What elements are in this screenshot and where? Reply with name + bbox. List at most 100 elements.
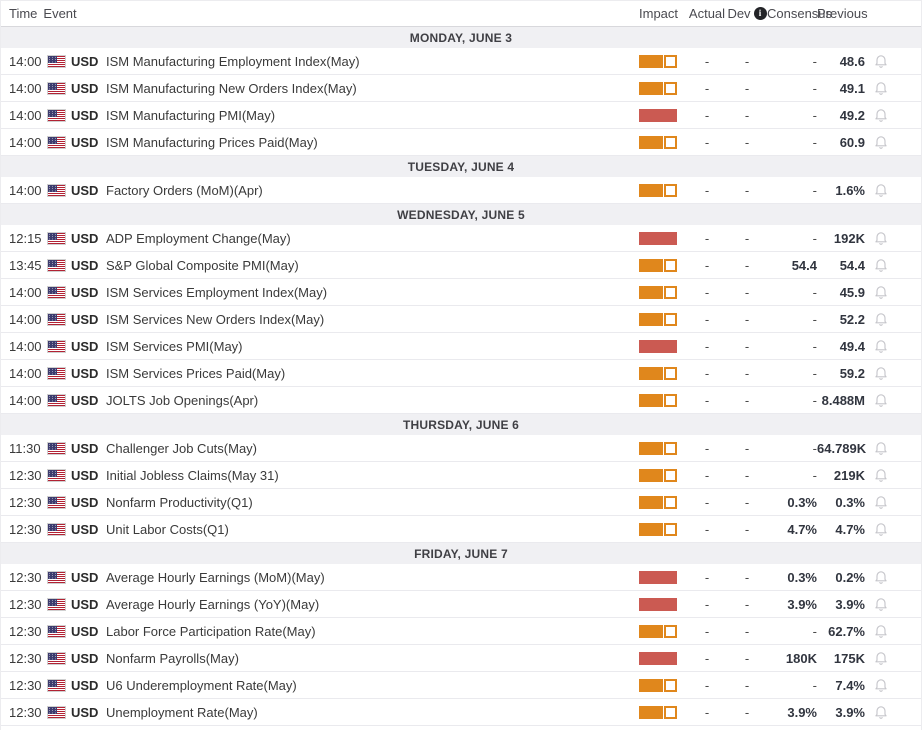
event-row[interactable]: 14:00 USD ISM Services Prices Paid(May) … [1,360,921,387]
event-row[interactable]: 14:00 USD Factory Orders (MoM)(Apr) - - … [1,177,921,204]
dev-value: - [727,81,767,96]
dev-value: - [727,441,767,456]
event-row[interactable]: 12:30 USD U6 Underemployment Rate(May) -… [1,672,921,699]
event-row[interactable]: 12:30 USD Initial Jobless Claims(May 31)… [1,462,921,489]
event-name[interactable]: ISM Manufacturing PMI(May) [105,108,639,123]
event-row[interactable]: 12:30 USD Labor Force Participation Rate… [1,618,921,645]
us-flag-icon [47,313,66,326]
impact-indicator [639,259,687,272]
bell-icon[interactable] [865,596,921,612]
event-name[interactable]: ISM Manufacturing Employment Index(May) [105,54,639,69]
event-name[interactable]: Average Hourly Earnings (MoM)(May) [105,570,639,585]
dev-value: - [727,366,767,381]
event-time: 12:30 [9,468,47,483]
event-row[interactable]: 14:00 USD ISM Manufacturing PMI(May) - -… [1,102,921,129]
event-row[interactable]: 14:00 USD ISM Manufacturing Prices Paid(… [1,129,921,156]
bell-icon[interactable] [865,623,921,639]
event-name[interactable]: Challenger Job Cuts(May) [105,441,639,456]
impact-indicator [639,184,687,197]
bell-icon[interactable] [865,569,921,585]
event-name[interactable]: Nonfarm Payrolls(May) [105,651,639,666]
dev-value: - [727,393,767,408]
consensus-value: - [767,54,817,69]
bell-icon[interactable] [865,677,921,693]
previous-value: 52.2 [817,312,865,327]
day-separator-label: TUESDAY, JUNE 4 [408,160,515,174]
bell-icon[interactable] [865,80,921,96]
calendar-rows: MONDAY, JUNE 3 14:00 USD ISM Manufacturi… [1,27,921,726]
bell-icon[interactable] [865,650,921,666]
us-flag-icon [47,394,66,407]
event-row[interactable]: 14:00 USD ISM Manufacturing Employment I… [1,48,921,75]
event-name[interactable]: ADP Employment Change(May) [105,231,639,246]
event-row[interactable]: 14:00 USD JOLTS Job Openings(Apr) - - - … [1,387,921,414]
event-time: 14:00 [9,81,47,96]
event-name[interactable]: U6 Underemployment Rate(May) [105,678,639,693]
consensus-value: - [767,393,817,408]
bell-icon[interactable] [865,704,921,720]
impact-indicator [639,394,687,407]
bell-icon[interactable] [865,494,921,510]
impact-indicator [639,232,687,245]
bell-icon[interactable] [865,311,921,327]
currency-label: USD [71,570,98,585]
event-row[interactable]: 12:30 USD Unemployment Rate(May) - - 3.9… [1,699,921,726]
event-row[interactable]: 14:00 USD ISM Services Employment Index(… [1,279,921,306]
bell-icon[interactable] [865,182,921,198]
event-row[interactable]: 12:30 USD Nonfarm Productivity(Q1) - - 0… [1,489,921,516]
day-separator: THURSDAY, JUNE 6 [1,414,921,435]
bell-icon[interactable] [865,365,921,381]
event-name[interactable]: Factory Orders (MoM)(Apr) [105,183,639,198]
event-name[interactable]: Unemployment Rate(May) [105,705,639,720]
actual-value: - [687,495,727,510]
bell-icon[interactable] [865,521,921,537]
event-row[interactable]: 13:45 USD S&P Global Composite PMI(May) … [1,252,921,279]
event-row[interactable]: 14:00 USD ISM Manufacturing New Orders I… [1,75,921,102]
bell-icon[interactable] [865,284,921,300]
us-flag-icon [47,706,66,719]
event-name[interactable]: Average Hourly Earnings (YoY)(May) [105,597,639,612]
bell-icon[interactable] [865,440,921,456]
impact-indicator [639,625,687,638]
event-name[interactable]: Labor Force Participation Rate(May) [105,624,639,639]
previous-value: 49.4 [817,339,865,354]
bell-icon[interactable] [865,467,921,483]
event-name[interactable]: ISM Services PMI(May) [105,339,639,354]
event-row[interactable]: 14:00 USD ISM Services PMI(May) - - - 49… [1,333,921,360]
event-row[interactable]: 11:30 USD Challenger Job Cuts(May) - - -… [1,435,921,462]
currency-label: USD [71,135,98,150]
currency-label: USD [71,651,98,666]
previous-value: 4.7% [817,522,865,537]
actual-value: - [687,135,727,150]
event-name[interactable]: ISM Services Prices Paid(May) [105,366,639,381]
bell-icon[interactable] [865,107,921,123]
event-name[interactable]: ISM Manufacturing Prices Paid(May) [105,135,639,150]
bell-icon[interactable] [865,338,921,354]
bell-icon[interactable] [865,392,921,408]
impact-indicator [639,55,687,68]
event-row[interactable]: 14:00 USD ISM Services New Orders Index(… [1,306,921,333]
event-row[interactable]: 12:30 USD Average Hourly Earnings (MoM)(… [1,564,921,591]
bell-icon[interactable] [865,134,921,150]
event-row[interactable]: 12:30 USD Unit Labor Costs(Q1) - - 4.7% … [1,516,921,543]
event-name[interactable]: S&P Global Composite PMI(May) [105,258,639,273]
bell-icon[interactable] [865,53,921,69]
event-row[interactable]: 12:30 USD Nonfarm Payrolls(May) - - 180K… [1,645,921,672]
bell-icon[interactable] [865,230,921,246]
event-name[interactable]: ISM Services Employment Index(May) [105,285,639,300]
event-name[interactable]: Unit Labor Costs(Q1) [105,522,639,537]
consensus-value: 3.9% [767,597,817,612]
us-flag-icon [47,469,66,482]
event-name[interactable]: JOLTS Job Openings(Apr) [105,393,639,408]
event-name[interactable]: Nonfarm Productivity(Q1) [105,495,639,510]
currency-label: USD [71,183,98,198]
actual-value: - [687,393,727,408]
bell-icon[interactable] [865,257,921,273]
event-row[interactable]: 12:30 USD Average Hourly Earnings (YoY)(… [1,591,921,618]
dev-info-icon[interactable]: i [754,7,767,20]
event-name[interactable]: Initial Jobless Claims(May 31) [105,468,639,483]
event-name[interactable]: ISM Services New Orders Index(May) [105,312,639,327]
event-name[interactable]: ISM Manufacturing New Orders Index(May) [105,81,639,96]
event-row[interactable]: 12:15 USD ADP Employment Change(May) - -… [1,225,921,252]
dev-value: - [727,54,767,69]
